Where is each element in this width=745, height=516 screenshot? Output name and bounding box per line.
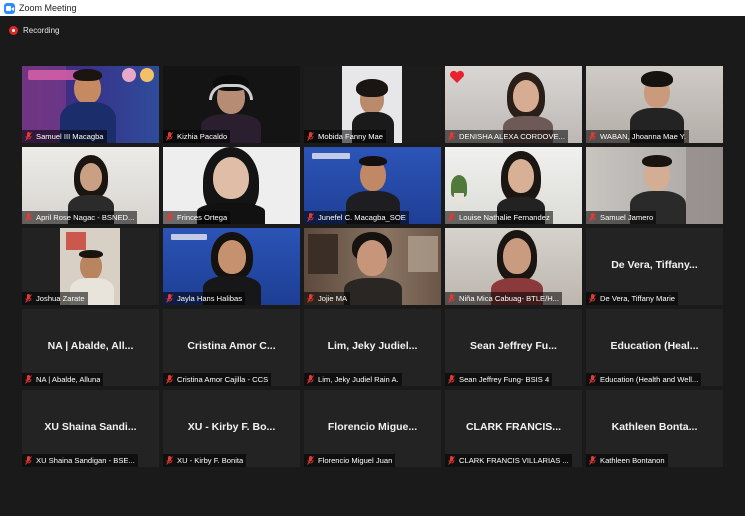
participant-name: Education (Health and Well... xyxy=(600,375,699,384)
mic-muted-icon[interactable] xyxy=(589,375,596,384)
mic-muted-icon[interactable] xyxy=(589,132,596,141)
participant-tile[interactable]: NA | Abalde, All... NA | Abalde, Alluna xyxy=(22,309,159,386)
participant-name: Samuel III Macagba xyxy=(36,132,104,141)
mic-muted-icon[interactable] xyxy=(589,456,596,465)
recording-label: Recording xyxy=(23,26,60,35)
participant-name: Florencio Miguel Juan xyxy=(318,456,393,465)
mic-muted-icon[interactable] xyxy=(307,213,314,222)
mic-muted-icon[interactable] xyxy=(448,294,455,303)
participant-display-name: Cristina Amor C... xyxy=(187,340,276,352)
participant-name: Frinces Ortega xyxy=(177,213,228,222)
participant-tile[interactable]: Niña Mica Cabuag- BTLE/H... xyxy=(445,228,582,305)
participant-name: April Rose Nagac - BSNED... xyxy=(36,213,135,222)
participant-name: Jojie MA xyxy=(318,294,348,303)
participant-tile[interactable]: Kathleen Bonta... Kathleen Bontanon xyxy=(586,390,723,467)
recording-indicator[interactable]: Recording xyxy=(9,26,59,35)
participant-name: Niña Mica Cabuag- BTLE/H... xyxy=(459,294,560,303)
participant-name: Kathleen Bontanon xyxy=(600,456,665,465)
mic-muted-icon[interactable] xyxy=(448,132,455,141)
participant-display-name: CLARK FRANCIS... xyxy=(465,421,562,433)
participant-name: CLARK FRANCIS VILLARIAS ... xyxy=(459,456,569,465)
mic-muted-icon[interactable] xyxy=(307,132,314,141)
participant-name: XU Shaina Sandigan - BSE... xyxy=(36,456,135,465)
window-titlebar: Zoom Meeting xyxy=(0,0,745,16)
participant-name: Jayla Hans Halibas xyxy=(177,294,242,303)
participant-tile[interactable]: Samuel Jamero xyxy=(586,147,723,224)
participant-name: DENISHA ALEXA CORDOVE... xyxy=(459,132,565,141)
mic-muted-icon[interactable] xyxy=(166,456,173,465)
participant-display-name: Education (Heal... xyxy=(610,340,699,352)
participant-name: Louise Nathalie Fernandez xyxy=(459,213,550,222)
participant-tile[interactable]: WABAN, Jhoanna Mae Y. xyxy=(586,66,723,143)
participant-display-name: XU - Kirby F. Bo... xyxy=(187,421,276,433)
mic-muted-icon[interactable] xyxy=(25,456,32,465)
participant-display-name: Sean Jeffrey Fu... xyxy=(470,340,557,352)
participant-name: Kizhia Pacaldo xyxy=(177,132,228,141)
mic-muted-icon[interactable] xyxy=(448,375,455,384)
window-title: Zoom Meeting xyxy=(19,3,77,13)
participant-tile[interactable]: Louise Nathalie Fernandez xyxy=(445,147,582,224)
participant-tile[interactable]: Frinces Ortega xyxy=(163,147,300,224)
participant-name: NA | Abalde, Alluna xyxy=(36,375,101,384)
participant-display-name: Kathleen Bonta... xyxy=(611,421,698,433)
participant-tile[interactable]: CLARK FRANCIS... CLARK FRANCIS VILLARIAS… xyxy=(445,390,582,467)
participant-name: Lim, Jeky Judiel Rain A. xyxy=(318,375,399,384)
zoom-app-icon xyxy=(4,2,15,14)
participant-name: Joshua Zarate xyxy=(36,294,85,303)
participant-tile[interactable]: XU Shaina Sandi... XU Shaina Sandigan - … xyxy=(22,390,159,467)
participant-tile[interactable]: Sean Jeffrey Fu... Sean Jeffrey Fung- BS… xyxy=(445,309,582,386)
mic-muted-icon[interactable] xyxy=(448,213,455,222)
participant-name: WABAN, Jhoanna Mae Y. xyxy=(600,132,686,141)
participant-display-name: Florencio Migue... xyxy=(327,421,418,433)
participant-tile[interactable]: Jayla Hans Halibas xyxy=(163,228,300,305)
mic-muted-icon[interactable] xyxy=(166,132,173,141)
meeting-topbar: Recording xyxy=(0,16,745,66)
mic-muted-icon[interactable] xyxy=(166,375,173,384)
participant-tile[interactable]: Jojie MA xyxy=(304,228,441,305)
recording-dot-icon xyxy=(9,26,18,35)
participant-display-name: NA | Abalde, All... xyxy=(47,340,134,352)
participant-name: Samuel Jamero xyxy=(600,213,654,222)
heart-icon xyxy=(450,70,464,83)
participant-tile[interactable]: De Vera, Tiffany... De Vera, Tiffany Mar… xyxy=(586,228,723,305)
mic-muted-icon[interactable] xyxy=(448,456,455,465)
participant-name: Cristina Amor Cajilla - CCS xyxy=(177,375,269,384)
participant-tile[interactable]: Education (Heal... Education (Health and… xyxy=(586,309,723,386)
participant-display-name: Lim, Jeky Judiel... xyxy=(327,340,418,352)
participant-tile[interactable]: Samuel III Macagba xyxy=(22,66,159,143)
participant-tile[interactable]: DENISHA ALEXA CORDOVE... xyxy=(445,66,582,143)
participant-tile[interactable]: Lim, Jeky Judiel... Lim, Jeky Judiel Rai… xyxy=(304,309,441,386)
participant-name: XU - Kirby F. Bonita xyxy=(177,456,244,465)
mic-muted-icon[interactable] xyxy=(307,375,314,384)
mic-muted-icon[interactable] xyxy=(25,375,32,384)
participant-name: Junefel C. Macagba_SOE xyxy=(318,213,406,222)
participant-display-name: De Vera, Tiffany... xyxy=(611,259,698,271)
participant-tile[interactable]: Junefel C. Macagba_SOE xyxy=(304,147,441,224)
mic-muted-icon[interactable] xyxy=(307,294,314,303)
mic-muted-icon[interactable] xyxy=(25,294,32,303)
participant-tile[interactable]: Kizhia Pacaldo xyxy=(163,66,300,143)
mic-muted-icon[interactable] xyxy=(25,132,32,141)
participant-tile[interactable]: Florencio Migue... Florencio Miguel Juan xyxy=(304,390,441,467)
mic-muted-icon[interactable] xyxy=(589,213,596,222)
participant-name: Sean Jeffrey Fung- BSIS 4 xyxy=(459,375,550,384)
mic-muted-icon[interactable] xyxy=(589,294,596,303)
participant-name: De Vera, Tiffany Marie xyxy=(600,294,675,303)
mic-muted-icon[interactable] xyxy=(25,213,32,222)
participant-tile[interactable]: April Rose Nagac - BSNED... xyxy=(22,147,159,224)
mic-muted-icon[interactable] xyxy=(166,294,173,303)
participant-name: Mobida Fanny Mae xyxy=(318,132,384,141)
mic-muted-icon[interactable] xyxy=(166,213,173,222)
mic-muted-icon[interactable] xyxy=(307,456,314,465)
participant-display-name: XU Shaina Sandi... xyxy=(44,421,137,433)
gallery-grid: Samuel III Macagba Kizhia Pacaldo Mobida… xyxy=(22,66,725,470)
participant-tile[interactable]: Cristina Amor C... Cristina Amor Cajilla… xyxy=(163,309,300,386)
participant-tile[interactable]: Mobida Fanny Mae xyxy=(304,66,441,143)
participant-tile[interactable]: XU - Kirby F. Bo... XU - Kirby F. Bonita xyxy=(163,390,300,467)
participant-tile[interactable]: Joshua Zarate xyxy=(22,228,159,305)
